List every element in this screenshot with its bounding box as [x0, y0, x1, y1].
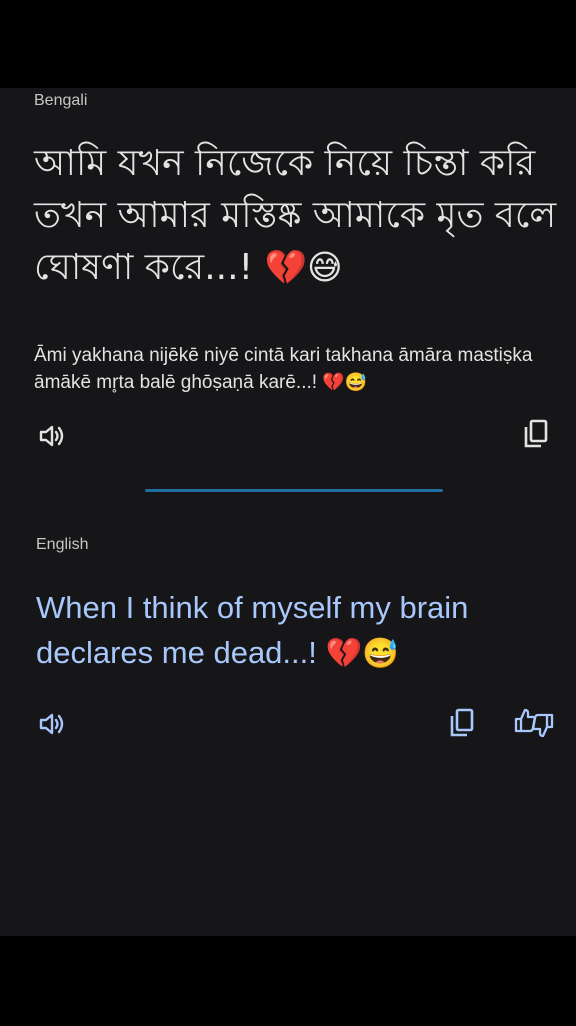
- translated-emojis: 💔😅: [325, 637, 399, 670]
- source-text[interactable]: আমি যখন নিজেকে নিয়ে চিন্তা করি তখন আমার…: [34, 138, 564, 294]
- copy-icon[interactable]: [522, 418, 550, 450]
- rate-translation-icon[interactable]: [512, 706, 556, 740]
- transliteration-emojis: 💔😅: [322, 372, 368, 392]
- speaker-icon[interactable]: [38, 711, 68, 737]
- translation-card: Bengali আমি যখন নিজেকে নিয়ে চিন্তা করি …: [0, 88, 576, 936]
- copy-icon[interactable]: [448, 707, 476, 739]
- translated-text[interactable]: When I think of myself my brain declares…: [36, 585, 566, 676]
- section-divider: [145, 489, 443, 492]
- source-emojis: 💔😅: [264, 248, 343, 288]
- target-language-label: English: [36, 536, 89, 553]
- translated-text-content: When I think of myself my brain declares…: [36, 590, 469, 670]
- speaker-icon[interactable]: [38, 423, 68, 449]
- source-transliteration: Āmi yakhana nijēkē niyē cintā kari takha…: [34, 342, 564, 396]
- source-language-label: Bengali: [34, 92, 88, 109]
- transliteration-content: Āmi yakhana nijēkē niyē cintā kari takha…: [34, 345, 533, 393]
